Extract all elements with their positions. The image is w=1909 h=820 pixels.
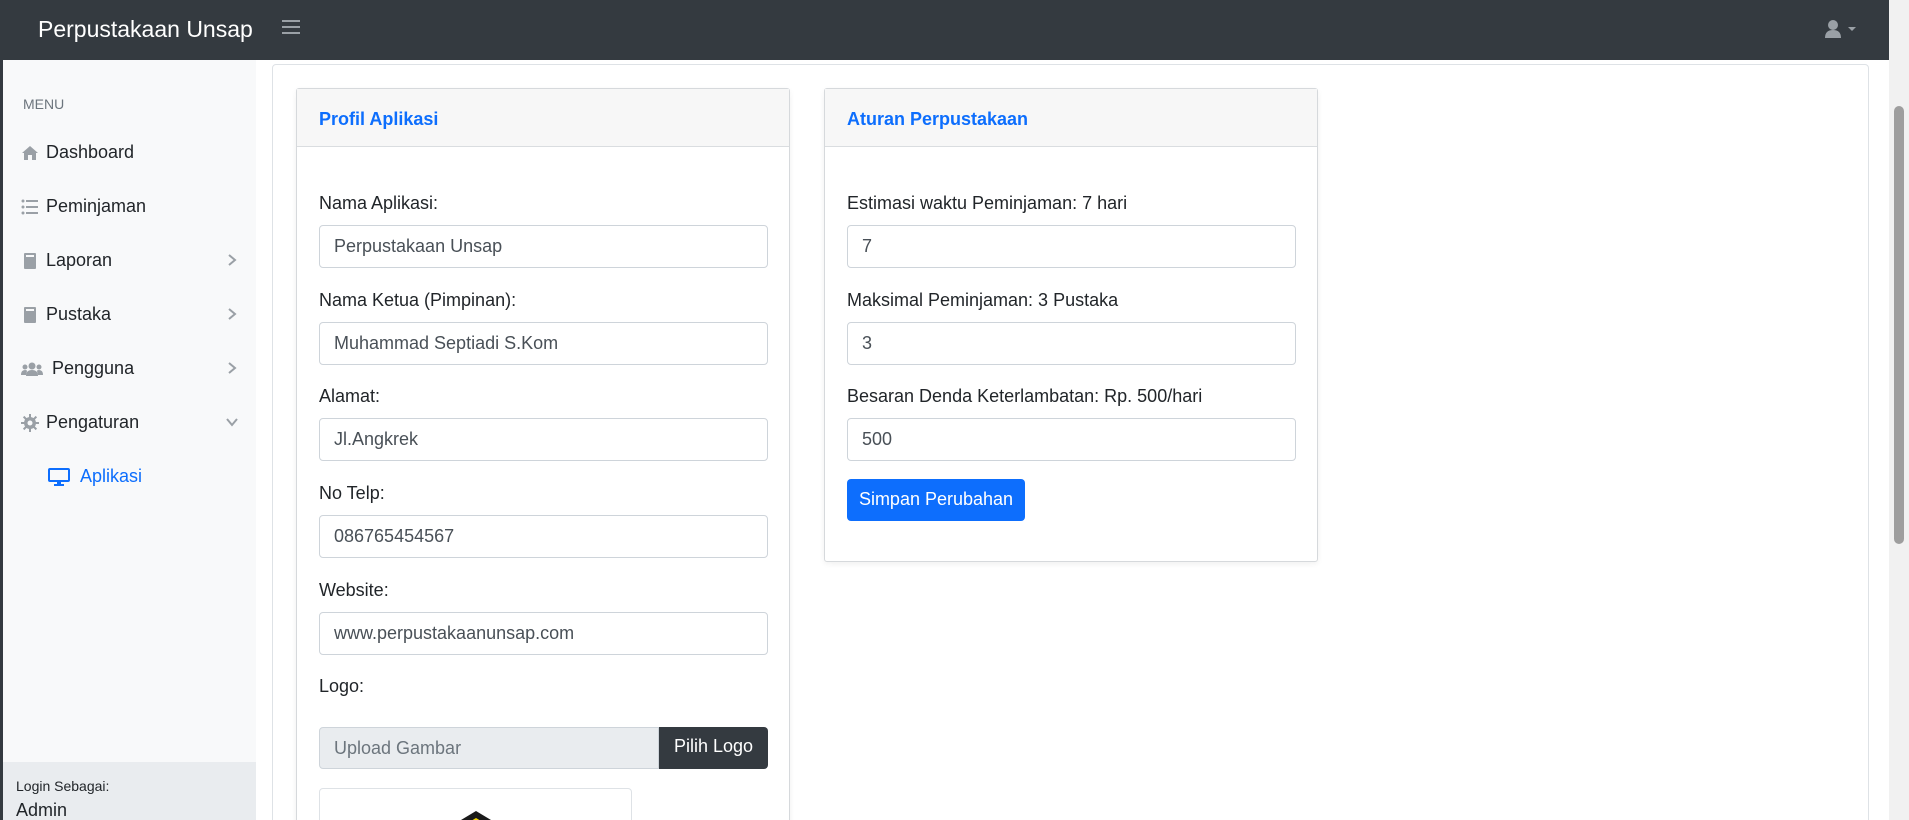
chevron-right-icon	[228, 362, 237, 374]
website-input[interactable]	[319, 612, 768, 655]
users-icon	[21, 362, 43, 376]
estimasi-waktu-input[interactable]	[847, 225, 1296, 268]
sidebar-item-label: Dashboard	[46, 142, 135, 162]
list-icon	[21, 199, 38, 215]
sidebar-item-aplikasi[interactable]: Aplikasi	[3, 454, 256, 498]
user-icon	[1825, 20, 1856, 38]
nama-aplikasi-input[interactable]	[319, 225, 768, 268]
chevron-down-icon	[226, 418, 238, 427]
sidebar-item-label: Aplikasi	[80, 466, 143, 486]
app-brand[interactable]: Perpustakaan Unsap	[38, 16, 253, 43]
shield-logo-icon	[461, 811, 491, 820]
card-title: Profil Aplikasi	[319, 109, 439, 129]
monitor-icon	[48, 468, 70, 486]
scrollbar-thumb[interactable]	[1894, 106, 1904, 544]
logo-label: Logo:	[319, 676, 365, 696]
website-label: Website:	[319, 580, 389, 600]
sidebar: MENU Dashboard Peminjaman Laporan Pustak…	[0, 60, 256, 820]
card-title: Aturan Perpustakaan	[847, 109, 1029, 129]
user-menu-dropdown[interactable]	[1824, 18, 1864, 42]
sidebar-item-label: Pustaka	[46, 304, 112, 324]
simpan-perubahan-button[interactable]: Simpan Perubahan	[847, 479, 1025, 521]
sidebar-item-peminjaman[interactable]: Peminjaman	[3, 184, 256, 228]
profil-aplikasi-card: Profil Aplikasi Nama Aplikasi: Nama Ketu…	[296, 88, 790, 820]
no-telp-label: No Telp:	[319, 483, 385, 503]
sidebar-item-dashboard[interactable]: Dashboard	[3, 130, 256, 174]
sidebar-item-label: Pengguna	[52, 358, 135, 378]
besaran-denda-label: Besaran Denda Keterlambatan: Rp. 500/har…	[847, 386, 1203, 406]
hamburger-menu-icon[interactable]	[282, 20, 300, 40]
alamat-input[interactable]	[319, 418, 768, 461]
caret-down-icon	[1848, 27, 1856, 31]
pilih-logo-button[interactable]: Pilih Logo	[659, 727, 768, 769]
top-navbar: Perpustakaan Unsap	[0, 0, 1889, 60]
sidebar-item-laporan[interactable]: Laporan	[3, 238, 256, 282]
estimasi-waktu-label: Estimasi waktu Peminjaman: 7 hari	[847, 193, 1128, 213]
card-header: Aturan Perpustakaan	[825, 89, 1317, 147]
chevron-right-icon	[228, 254, 237, 266]
home-icon	[22, 146, 38, 160]
maksimal-peminjaman-label: Maksimal Peminjaman: 3 Pustaka	[847, 290, 1119, 310]
sidebar-item-pustaka[interactable]: Pustaka	[3, 292, 256, 336]
chevron-right-icon	[228, 308, 237, 320]
book-icon	[24, 253, 36, 269]
login-username: Admin	[16, 800, 68, 820]
nama-aplikasi-label: Nama Aplikasi:	[319, 193, 439, 213]
nama-ketua-input[interactable]	[319, 322, 768, 365]
logo-preview	[319, 788, 632, 820]
sidebar-item-pengaturan[interactable]: Pengaturan	[3, 400, 256, 444]
login-label: Login Sebagai:	[16, 778, 110, 794]
card-header: Profil Aplikasi	[297, 89, 789, 147]
book-icon	[24, 307, 36, 323]
nama-ketua-label: Nama Ketua (Pimpinan):	[319, 290, 517, 310]
menu-heading: MENU	[23, 96, 65, 112]
sidebar-item-label: Peminjaman	[46, 196, 147, 216]
alamat-label: Alamat:	[319, 386, 381, 406]
no-telp-input[interactable]	[319, 515, 768, 558]
sidebar-item-label: Laporan	[46, 250, 113, 270]
maksimal-peminjaman-input[interactable]	[847, 322, 1296, 365]
sidebar-item-pengguna[interactable]: Pengguna	[3, 346, 256, 390]
gear-icon	[21, 414, 39, 432]
besaran-denda-input[interactable]	[847, 418, 1296, 461]
upload-gambar-field[interactable]: Upload Gambar	[319, 727, 659, 769]
scrollbar[interactable]	[1889, 0, 1909, 820]
aturan-perpustakaan-card: Aturan Perpustakaan Estimasi waktu Pemin…	[824, 88, 1318, 562]
sidebar-item-label: Pengaturan	[46, 412, 140, 432]
